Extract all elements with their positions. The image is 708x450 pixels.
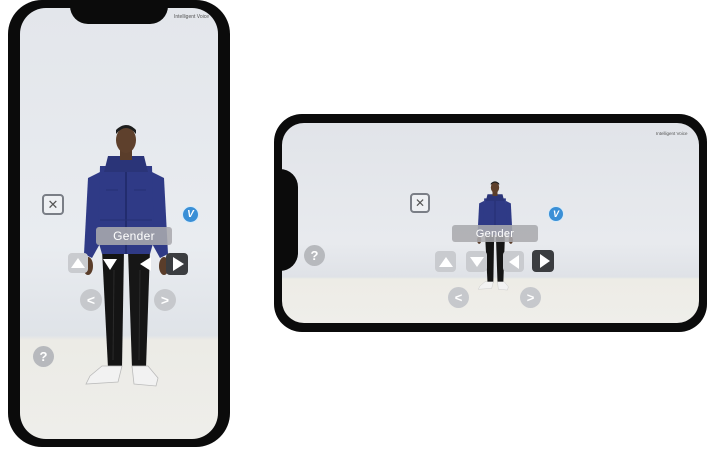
v-badge-label: V xyxy=(187,209,194,220)
down-arrow-button[interactable] xyxy=(466,251,487,272)
previous-button[interactable]: < xyxy=(80,289,102,311)
next-button[interactable]: > xyxy=(154,289,176,311)
triangle-right-icon xyxy=(173,257,184,271)
right-arrow-button[interactable] xyxy=(532,250,554,272)
help-button[interactable]: ? xyxy=(304,245,325,266)
portrait-phone-frame: Intelligent Voice ✕ V Gender < > ? xyxy=(8,0,230,447)
previous-button[interactable]: < xyxy=(448,287,469,308)
avatar-model xyxy=(83,125,169,387)
portrait-screen: Intelligent Voice ✕ V Gender < > ? xyxy=(20,8,218,439)
close-button[interactable]: ✕ xyxy=(410,193,430,213)
left-arrow-button[interactable] xyxy=(503,251,524,272)
phone-notch xyxy=(274,169,298,271)
v-badge-label: V xyxy=(552,209,559,219)
left-arrow-button[interactable] xyxy=(136,255,154,273)
help-button[interactable]: ? xyxy=(33,346,54,367)
landscape-phone-frame: Intelligent Voice ✕ V Gender < > ? xyxy=(274,114,707,332)
phone-notch xyxy=(70,0,168,24)
close-x-icon: ✕ xyxy=(47,196,59,212)
triangle-left-icon xyxy=(508,254,519,269)
next-chevron-icon: > xyxy=(526,290,535,305)
help-question-icon: ? xyxy=(39,349,48,364)
landscape-screen: Intelligent Voice ✕ V Gender < > ? xyxy=(282,123,699,323)
confirm-v-badge[interactable]: V xyxy=(548,206,564,222)
attribute-label: Gender xyxy=(475,227,515,240)
previous-chevron-icon: < xyxy=(86,292,96,308)
triangle-up-icon xyxy=(438,256,453,267)
next-chevron-icon: > xyxy=(160,292,170,308)
triangle-left-icon xyxy=(139,257,151,271)
confirm-v-badge[interactable]: V xyxy=(182,206,199,223)
close-x-icon: ✕ xyxy=(414,196,426,210)
brand-label: Intelligent Voice xyxy=(174,14,210,20)
triangle-down-icon xyxy=(469,256,484,267)
attribute-label-bar: Gender xyxy=(96,227,172,245)
triangle-down-icon xyxy=(103,258,117,270)
up-arrow-button[interactable] xyxy=(68,253,88,273)
attribute-label: Gender xyxy=(113,229,155,243)
triangle-up-icon xyxy=(71,258,85,268)
previous-chevron-icon: < xyxy=(454,290,463,305)
brand-label: Intelligent Voice xyxy=(656,131,688,136)
up-arrow-button[interactable] xyxy=(435,251,456,272)
down-arrow-button[interactable] xyxy=(100,255,120,273)
next-button[interactable]: > xyxy=(520,287,541,308)
triangle-right-icon xyxy=(539,254,550,268)
help-question-icon: ? xyxy=(310,248,319,263)
right-arrow-button[interactable] xyxy=(166,253,188,275)
close-button[interactable]: ✕ xyxy=(42,194,64,215)
attribute-label-bar: Gender xyxy=(452,225,538,242)
